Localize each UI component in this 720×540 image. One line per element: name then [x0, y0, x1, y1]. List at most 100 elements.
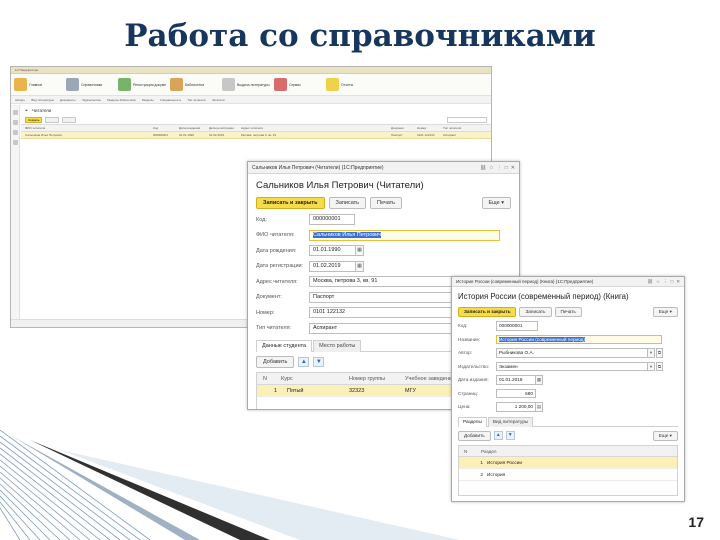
tab-workplace[interactable]: Место работы [313, 340, 362, 352]
column-header[interactable]: Дата регистрации [209, 126, 241, 130]
section-main[interactable]: Главное [14, 78, 62, 91]
command-speciality[interactable]: Специальность [160, 98, 182, 102]
section-catalogs[interactable]: Справочники [66, 78, 114, 91]
section-reports[interactable]: Отчеты [326, 78, 374, 91]
name-row: ФИО читателя: Сальников Илья Петрович [248, 228, 519, 244]
link-icon[interactable]: ⛓ [647, 279, 653, 285]
tab-literature-type[interactable]: Вид литературы [487, 416, 534, 427]
more-button[interactable]: Еще ▾ [652, 430, 678, 441]
command-library-sections[interactable]: Разделы библиотеки [107, 98, 136, 102]
field-label: Автор: [458, 350, 473, 356]
column-header[interactable]: Адрес читателя [241, 126, 391, 130]
code-field[interactable]: 000000001 [496, 321, 538, 331]
add-button[interactable]: Добавить [458, 430, 491, 441]
more-button[interactable]: Еще ▾ [481, 197, 511, 209]
section-documents[interactable]: Регистрация документов [118, 78, 166, 91]
save-and-close-button[interactable]: Записать и закрыть [256, 197, 325, 209]
table-row[interactable]: 2 История [459, 469, 677, 481]
document-field[interactable]: Паспорт [309, 291, 459, 303]
move-up-icon[interactable]: ▲ [493, 431, 503, 440]
author-field[interactable]: Рыбникова О.А. [496, 348, 648, 358]
reader-name-field[interactable]: Сальников Илья Петрович [309, 229, 500, 241]
address-field[interactable]: Москва, петрова 3, кв. 91 [309, 276, 459, 288]
price-field[interactable]: 1 200,00 [496, 402, 536, 412]
calendar-icon[interactable]: ▦ [356, 260, 364, 272]
print-button[interactable]: Печать [370, 197, 403, 209]
move-down-icon[interactable]: ▼ [313, 357, 325, 367]
tool-icon[interactable] [13, 110, 18, 115]
back-icon[interactable]: ◂▸ [25, 108, 28, 112]
maximize-icon[interactable]: □ [505, 165, 508, 171]
close-icon[interactable]: ✕ [511, 165, 515, 171]
table-row[interactable]: Сальников Илья Петрович 000000001 01.01.… [21, 132, 491, 139]
command-literature-type[interactable]: Вид литературы [31, 98, 54, 102]
decorative-stripes [0, 430, 460, 540]
menu-icon[interactable]: ⋮ [663, 279, 668, 285]
tool-icon[interactable] [13, 140, 18, 145]
section-library[interactable]: Библиотека [170, 78, 218, 91]
column-header[interactable]: ФИО читателя [25, 126, 153, 130]
star-icon[interactable]: ☆ [489, 165, 493, 171]
birth-date-field[interactable]: 01.01.1990 [309, 245, 356, 257]
command-sections[interactable]: Разделы [142, 98, 154, 102]
main-window-title: 1С:Предприятие [15, 68, 39, 72]
open-link-icon[interactable]: ⧉ [656, 348, 663, 358]
calendar-icon[interactable]: ▦ [356, 245, 364, 257]
publisher-field[interactable]: Экзамен [496, 361, 648, 371]
publish-date-row: Дата издания: 01.01.2018 ▦ [452, 373, 684, 387]
save-button[interactable]: Записать [328, 197, 367, 209]
command-reader-type[interactable]: Тип читателя [187, 98, 205, 102]
open-link-icon[interactable]: ⧉ [656, 361, 663, 371]
save-button[interactable]: Записать [519, 306, 552, 317]
edit-button[interactable] [62, 116, 77, 123]
section-service[interactable]: Сервис [274, 78, 322, 91]
move-down-icon[interactable]: ▼ [505, 431, 515, 440]
star-icon[interactable]: ☆ [656, 279, 660, 285]
tab-sections[interactable]: Разделы [458, 416, 487, 427]
command-readers[interactable]: Читатели [212, 98, 225, 102]
column-header[interactable]: Номер [417, 126, 443, 130]
search-input[interactable] [447, 116, 487, 123]
menu-icon[interactable]: ⋮ [497, 165, 502, 171]
table-row[interactable]: 1 История России [459, 456, 677, 469]
section-lending[interactable]: Выдача литературы [222, 78, 270, 91]
maximize-icon[interactable]: □ [671, 279, 674, 284]
tool-icon[interactable] [13, 130, 18, 135]
link-icon[interactable]: ⛓ [480, 165, 486, 171]
command-documents[interactable]: Документы [60, 98, 75, 102]
add-button[interactable]: Добавить [256, 356, 295, 368]
reader-type-field[interactable]: Аспирант [309, 322, 459, 334]
tab-student-data[interactable]: Данные студента [256, 340, 313, 352]
tool-icon[interactable] [13, 120, 18, 125]
column-header[interactable]: Код [153, 126, 179, 130]
dropdown-icon[interactable]: ▾ [648, 348, 655, 358]
list-toolbar: Создать [21, 115, 491, 124]
column-header[interactable]: Дата рождения [179, 126, 209, 130]
command-authors[interactable]: Авторы [15, 98, 25, 102]
report-icon [326, 78, 339, 91]
command-publishers[interactable]: Издательства [82, 98, 101, 102]
pages-field[interactable]: 680 [496, 388, 536, 398]
print-button[interactable]: Печать [554, 306, 582, 317]
chevron-down-icon: ▾ [501, 200, 504, 206]
publish-date-field[interactable]: 01.01.2018 [496, 375, 536, 385]
save-and-close-button[interactable]: Записать и закрыть [458, 306, 517, 317]
code-field[interactable]: 000000001 [309, 214, 355, 226]
create-button[interactable]: Создать [25, 116, 43, 123]
column-header[interactable]: Тип читателя [443, 126, 473, 130]
dropdown-icon[interactable]: ▾ [648, 361, 655, 371]
registration-date-field[interactable]: 01.02.2019 [309, 260, 356, 272]
field-label: Дата регистрации: [256, 263, 304, 270]
close-icon[interactable]: ✕ [676, 279, 680, 285]
field-label: Страниц: [458, 390, 478, 396]
book-title-field[interactable]: История России (современный период) [496, 334, 662, 344]
author-row: Автор: Рыбникова О.А. ▾ ⧉ [452, 346, 684, 360]
calculator-icon[interactable]: ▤ [536, 402, 543, 412]
move-up-icon[interactable]: ▲ [298, 357, 310, 367]
reader-form-titlebar: Сальников Илья Петрович (Читатели) (1С:П… [248, 162, 519, 174]
column-header[interactable]: Документ [391, 126, 417, 130]
calendar-icon[interactable]: ▦ [536, 375, 543, 385]
more-button[interactable]: Еще ▾ [652, 306, 678, 317]
copy-button[interactable] [45, 116, 60, 123]
number-field[interactable]: 0101 122132 [309, 307, 459, 319]
